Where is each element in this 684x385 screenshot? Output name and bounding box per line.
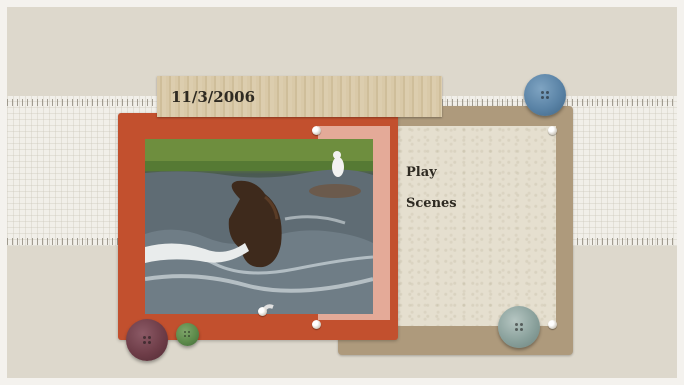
- play-menu-item[interactable]: Play: [406, 165, 457, 180]
- blue-sewing-button-icon: [524, 74, 566, 116]
- date-label: 11/3/2006: [157, 76, 442, 117]
- pushpin-icon: [312, 126, 321, 135]
- pushpin-icon: [258, 307, 267, 316]
- bear-photo: [145, 139, 373, 314]
- date-text: 11/3/2006: [171, 87, 256, 106]
- pushpin-icon: [548, 126, 557, 135]
- pushpin-icon: [548, 320, 557, 329]
- pushpin-icon: [312, 320, 321, 329]
- green-sewing-button-icon: [176, 323, 199, 346]
- maroon-sewing-button-icon: [126, 319, 168, 361]
- scenes-menu-item[interactable]: Scenes: [406, 196, 457, 211]
- bear-photo-art: [145, 139, 373, 314]
- dvd-menu: Play Scenes: [406, 165, 457, 227]
- teal-sewing-button-icon: [498, 306, 540, 348]
